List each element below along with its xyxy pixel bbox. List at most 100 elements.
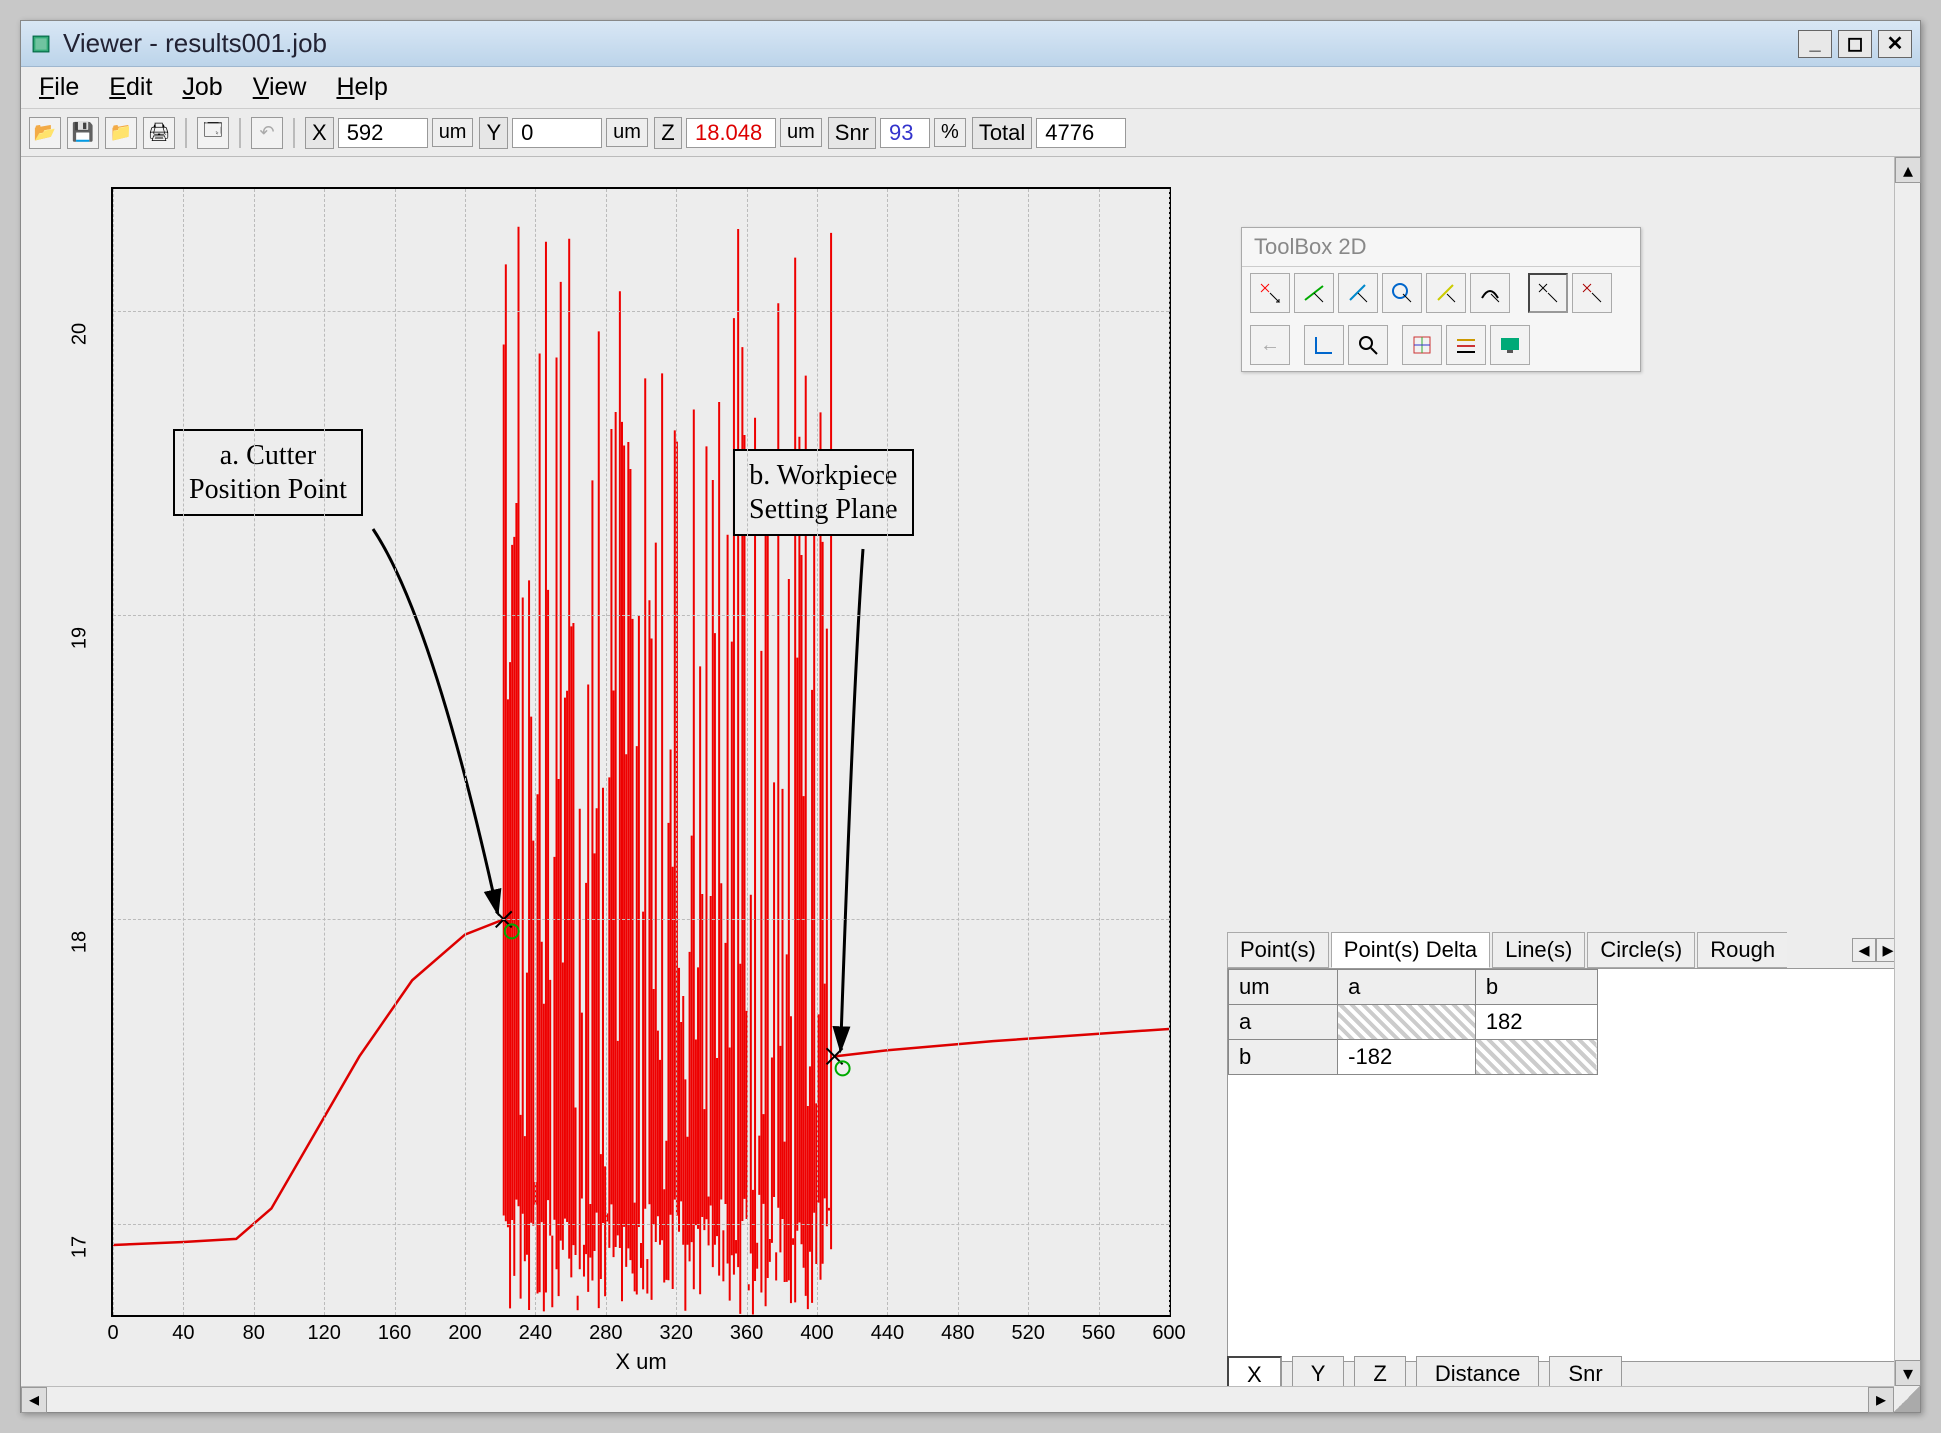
toolbox-2d[interactable]: ToolBox 2D ← bbox=[1241, 227, 1641, 372]
tab-points[interactable]: Point(s) bbox=[1227, 932, 1329, 968]
plot-wrapper: a. Cutter Position Point b. Workpiece Se… bbox=[51, 177, 1171, 1387]
snr-unit: % bbox=[934, 118, 966, 147]
cell-b-b bbox=[1475, 1040, 1597, 1075]
results-panel: Point(s) Point(s) Delta Line(s) Circle(s… bbox=[1227, 932, 1900, 1362]
chart-pane: a. Cutter Position Point b. Workpiece Se… bbox=[21, 157, 1201, 1412]
y-value[interactable]: 0 bbox=[512, 118, 602, 148]
tool-point-icon[interactable] bbox=[1250, 273, 1290, 313]
row-label-a: a bbox=[1229, 1005, 1338, 1040]
x-value[interactable]: 592 bbox=[338, 118, 428, 148]
tool-cursor1-icon[interactable] bbox=[1528, 273, 1568, 313]
profile-plot[interactable]: a. Cutter Position Point b. Workpiece Se… bbox=[111, 187, 1171, 1317]
table-header-unit: um bbox=[1229, 970, 1338, 1005]
total-group: Total 4776 bbox=[972, 117, 1126, 149]
close-button[interactable]: ✕ bbox=[1878, 30, 1912, 58]
menu-view[interactable]: View bbox=[253, 73, 307, 102]
tool-back-icon[interactable]: ← bbox=[1250, 325, 1290, 365]
x-tick: 120 bbox=[308, 1322, 341, 1345]
table-row: a 182 bbox=[1229, 1005, 1598, 1040]
y-coordinate-group: Y 0 um bbox=[479, 117, 647, 149]
tab-scroll-left-icon[interactable]: ◂ bbox=[1852, 938, 1876, 962]
tool-zoom-icon[interactable] bbox=[1348, 325, 1388, 365]
tool-circle-icon[interactable] bbox=[1382, 273, 1422, 313]
properties-icon[interactable]: 🗔 bbox=[197, 117, 229, 149]
undo-icon[interactable]: ↶ bbox=[251, 117, 283, 149]
menu-edit[interactable]: Edit bbox=[109, 73, 152, 102]
tool-segment-icon[interactable] bbox=[1426, 273, 1466, 313]
tool-grid-icon[interactable] bbox=[1402, 325, 1442, 365]
tab-circles[interactable]: Circle(s) bbox=[1587, 932, 1695, 968]
tab-points-delta[interactable]: Point(s) Delta bbox=[1331, 932, 1490, 968]
tab-lines[interactable]: Line(s) bbox=[1492, 932, 1585, 968]
total-label: Total bbox=[972, 117, 1032, 149]
toolbar: 📂 💾 📁 🖨 🗔 ↶ X 592 um Y 0 um Z 18.048 um … bbox=[21, 109, 1920, 157]
delta-table[interactable]: um a b a 182 b -182 bbox=[1227, 968, 1900, 1362]
x-tick: 600 bbox=[1152, 1322, 1185, 1345]
toolbar-separator bbox=[185, 118, 187, 148]
open-icon[interactable]: 📂 bbox=[29, 117, 61, 149]
y-label: Y bbox=[479, 117, 508, 149]
cell-a-b[interactable]: 182 bbox=[1475, 1005, 1597, 1040]
tool-arc-icon[interactable] bbox=[1470, 273, 1510, 313]
print-icon[interactable]: 🖨 bbox=[143, 117, 175, 149]
x-tick: 80 bbox=[243, 1322, 265, 1345]
y-tick: 19 bbox=[69, 627, 92, 649]
folder-icon[interactable]: 📁 bbox=[105, 117, 137, 149]
tool-line-icon[interactable] bbox=[1338, 273, 1378, 313]
x-tick: 520 bbox=[1012, 1322, 1045, 1345]
tab-roughness[interactable]: Rough bbox=[1697, 932, 1787, 968]
scroll-right-icon[interactable]: ▸ bbox=[1868, 1387, 1894, 1413]
x-tick: 360 bbox=[730, 1322, 763, 1345]
x-tick: 160 bbox=[378, 1322, 411, 1345]
right-pane: ToolBox 2D ← bbox=[1201, 157, 1920, 1412]
scroll-left-icon[interactable]: ◂ bbox=[21, 1387, 47, 1413]
total-value[interactable]: 4776 bbox=[1036, 118, 1126, 148]
table-header-b: b bbox=[1475, 970, 1597, 1005]
x-tick: 200 bbox=[448, 1322, 481, 1345]
y-unit: um bbox=[606, 118, 648, 147]
x-tick: 480 bbox=[941, 1322, 974, 1345]
x-tick: 0 bbox=[107, 1322, 118, 1345]
menu-file[interactable]: File bbox=[39, 73, 79, 102]
menubar: File Edit Job View Help bbox=[21, 67, 1920, 109]
save-icon[interactable]: 💾 bbox=[67, 117, 99, 149]
z-label: Z bbox=[654, 117, 682, 149]
tool-cursor2-icon[interactable] bbox=[1572, 273, 1612, 313]
snr-label: Snr bbox=[828, 117, 876, 149]
z-coordinate-group: Z 18.048 um bbox=[654, 117, 822, 149]
resize-grip[interactable] bbox=[1894, 1386, 1920, 1412]
x-label: X bbox=[305, 117, 334, 149]
x-tick: 240 bbox=[519, 1322, 552, 1345]
minimize-button[interactable]: _ bbox=[1798, 30, 1832, 58]
horizontal-scrollbar[interactable]: ◂ ▸ bbox=[21, 1386, 1894, 1412]
vertical-scrollbar[interactable]: ▴ ▾ bbox=[1894, 157, 1920, 1386]
toolbox-row-2: ← bbox=[1242, 319, 1640, 371]
body-area: a. Cutter Position Point b. Workpiece Se… bbox=[21, 157, 1920, 1412]
scroll-up-icon[interactable]: ▴ bbox=[1895, 157, 1921, 183]
toolbox-row-1 bbox=[1242, 267, 1640, 319]
table-header-a: a bbox=[1338, 970, 1476, 1005]
scroll-down-icon[interactable]: ▾ bbox=[1895, 1360, 1921, 1386]
tab-scroll: ◂ ▸ bbox=[1852, 938, 1900, 962]
menu-help[interactable]: Help bbox=[336, 73, 387, 102]
table-row: b -182 bbox=[1229, 1040, 1598, 1075]
tool-levels-icon[interactable] bbox=[1446, 325, 1486, 365]
tool-multipoint-icon[interactable] bbox=[1294, 273, 1334, 313]
tabs-strip: Point(s) Point(s) Delta Line(s) Circle(s… bbox=[1227, 932, 1900, 968]
snr-value[interactable]: 93 bbox=[880, 118, 930, 148]
cell-a-a bbox=[1338, 1005, 1476, 1040]
tool-display-icon[interactable] bbox=[1490, 325, 1530, 365]
y-tick: 17 bbox=[69, 1236, 92, 1258]
z-value[interactable]: 18.048 bbox=[686, 118, 776, 148]
maximize-button[interactable]: ◻ bbox=[1838, 30, 1872, 58]
y-tick: 20 bbox=[69, 323, 92, 345]
toolbar-separator bbox=[293, 118, 295, 148]
tool-axes-icon[interactable] bbox=[1304, 325, 1344, 365]
titlebar: Viewer - results001.job _ ◻ ✕ bbox=[21, 21, 1920, 67]
callout-b-line2: Setting Plane bbox=[749, 493, 898, 527]
cell-b-a[interactable]: -182 bbox=[1338, 1040, 1476, 1075]
x-axis-label: X um bbox=[615, 1349, 666, 1375]
y-tick: 18 bbox=[69, 931, 92, 953]
menu-job[interactable]: Job bbox=[182, 73, 222, 102]
window-title: Viewer - results001.job bbox=[63, 28, 1798, 59]
